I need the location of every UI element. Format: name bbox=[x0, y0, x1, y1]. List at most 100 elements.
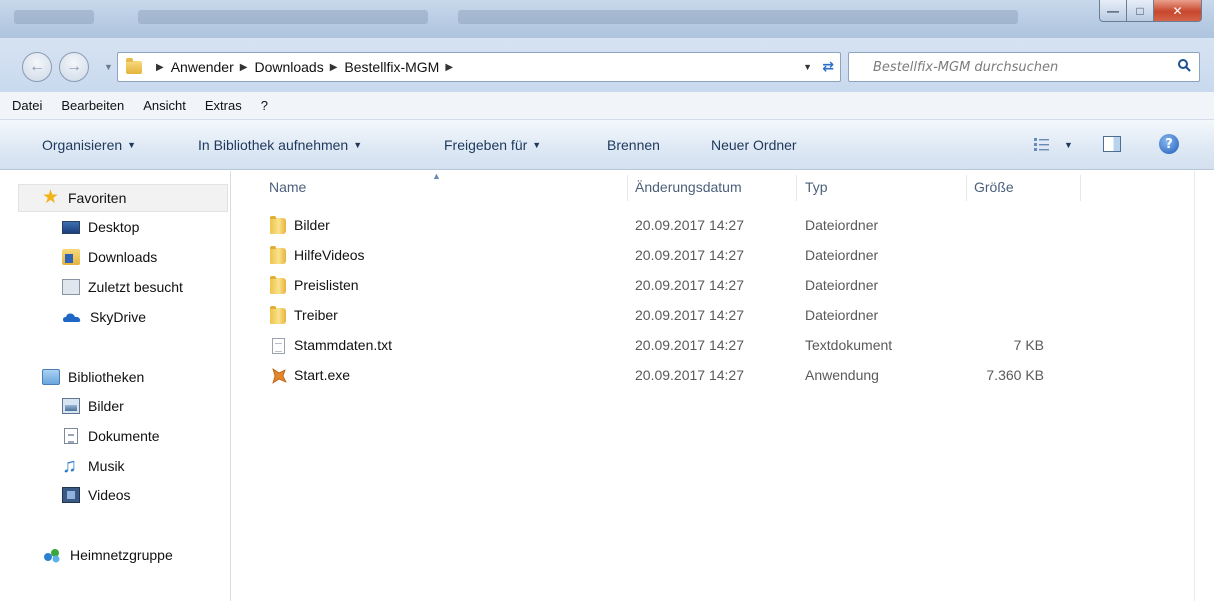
file-name: Start.exe bbox=[294, 367, 351, 383]
view-dropdown[interactable]: ▼ bbox=[1064, 140, 1073, 150]
address-bar[interactable]: ▶ Anwender ▶ Downloads ▶ Bestellfix-MGM … bbox=[117, 52, 841, 82]
file-date: 20.09.2017 14:27 bbox=[635, 337, 744, 353]
file-date: 20.09.2017 14:27 bbox=[635, 307, 744, 323]
sidebar-item-label: Videos bbox=[88, 487, 131, 503]
file-date: 20.09.2017 14:27 bbox=[635, 247, 744, 263]
column-header-type[interactable]: Typ bbox=[805, 179, 828, 195]
view-options-icon[interactable] bbox=[1033, 136, 1051, 152]
recent-pages-dropdown[interactable]: ▼ bbox=[104, 62, 113, 72]
minimize-button[interactable]: — bbox=[1099, 0, 1127, 22]
column-divider[interactable] bbox=[966, 175, 967, 201]
address-history-dropdown[interactable]: ▼ bbox=[803, 62, 812, 72]
sidebar-item-documents[interactable]: Dokumente bbox=[62, 423, 160, 449]
chevron-right-icon[interactable]: ▶ bbox=[156, 62, 164, 73]
folder-icon bbox=[270, 246, 286, 264]
chevron-right-icon[interactable]: ▶ bbox=[330, 62, 338, 73]
column-divider[interactable] bbox=[1080, 175, 1081, 201]
folder-icon bbox=[270, 216, 286, 234]
organize-label: Organisieren bbox=[42, 137, 123, 153]
sidebar-item-label: Desktop bbox=[88, 219, 140, 235]
forward-arrow-icon: → bbox=[66, 58, 82, 75]
sidebar-item-downloads[interactable]: Downloads bbox=[62, 244, 157, 270]
new-folder-button[interactable]: Neuer Ordner bbox=[711, 137, 797, 153]
sidebar-item-pictures[interactable]: Bilder bbox=[62, 393, 124, 419]
chevron-right-icon[interactable]: ▶ bbox=[240, 62, 248, 73]
menu-tools[interactable]: Extras bbox=[205, 98, 242, 113]
file-row[interactable]: Stammdaten.txt 20.09.2017 14:27 Textdoku… bbox=[232, 331, 1194, 361]
desktop-icon bbox=[62, 221, 80, 234]
menu-bar: Datei Bearbeiten Ansicht Extras ? bbox=[0, 92, 1214, 120]
help-icon[interactable]: ? bbox=[1159, 134, 1179, 154]
breadcrumb-item[interactable]: Bestellfix-MGM bbox=[344, 59, 439, 75]
menu-view[interactable]: Ansicht bbox=[143, 98, 186, 113]
search-icon[interactable] bbox=[1177, 58, 1191, 72]
menu-file[interactable]: Datei bbox=[12, 98, 42, 113]
sidebar-item-music[interactable]: ♫ Musik bbox=[62, 453, 125, 479]
file-date: 20.09.2017 14:27 bbox=[635, 217, 744, 233]
sidebar-item-skydrive[interactable]: SkyDrive bbox=[62, 304, 146, 330]
file-date: 20.09.2017 14:27 bbox=[635, 367, 744, 383]
sidebar-item-videos[interactable]: Videos bbox=[62, 482, 131, 508]
burn-label: Brennen bbox=[607, 137, 660, 153]
folder-icon bbox=[126, 57, 142, 74]
chevron-down-icon: ▼ bbox=[532, 140, 542, 150]
music-icon: ♫ bbox=[62, 455, 77, 477]
file-type: Textdokument bbox=[805, 337, 893, 353]
address-row: ← → ▼ ▶ Anwender ▶ Downloads ▶ Bestellfi… bbox=[0, 38, 1214, 92]
chevron-down-icon: ▼ bbox=[127, 140, 137, 150]
forward-button[interactable]: → bbox=[59, 52, 89, 82]
title-bar: — □ ✕ bbox=[0, 0, 1214, 38]
refresh-icon[interactable]: ⇄ bbox=[822, 58, 834, 75]
sidebar-item-label: Zuletzt besucht bbox=[88, 279, 183, 295]
file-name: Bilder bbox=[294, 217, 330, 233]
cloud-icon bbox=[63, 313, 81, 322]
file-name: Stammdaten.txt bbox=[294, 337, 393, 353]
file-name: Treiber bbox=[294, 307, 338, 323]
file-type: Dateiordner bbox=[805, 277, 879, 293]
sidebar-item-label: Bibliotheken bbox=[68, 369, 145, 385]
folder-icon bbox=[270, 306, 286, 324]
back-button[interactable]: ← bbox=[22, 52, 52, 82]
sidebar-item-favorites[interactable]: ★ Favoriten bbox=[42, 185, 126, 211]
sidebar-item-libraries[interactable]: Bibliotheken bbox=[42, 364, 144, 390]
share-with-button[interactable]: Freigeben für ▼ bbox=[444, 137, 541, 153]
folder-icon bbox=[270, 276, 286, 294]
search-input[interactable] bbox=[873, 54, 1183, 80]
window-controls: — □ ✕ bbox=[1099, 0, 1202, 22]
menu-edit[interactable]: Bearbeiten bbox=[61, 98, 124, 113]
burn-button[interactable]: Brennen bbox=[607, 137, 660, 153]
file-row[interactable]: Treiber 20.09.2017 14:27 Dateiordner bbox=[232, 301, 1194, 331]
scrollbar-area[interactable] bbox=[1194, 171, 1214, 601]
command-bar: Organisieren ▼ In Bibliothek aufnehmen ▼ F… bbox=[0, 120, 1214, 170]
file-row[interactable]: Preislisten 20.09.2017 14:27 Dateiordner bbox=[232, 271, 1194, 301]
file-date: 20.09.2017 14:27 bbox=[635, 277, 744, 293]
file-row[interactable]: Start.exe 20.09.2017 14:27 Anwendung 7.3… bbox=[232, 361, 1194, 391]
preview-pane-icon[interactable] bbox=[1103, 136, 1121, 152]
sidebar-item-label: Musik bbox=[88, 458, 125, 474]
add-to-library-button[interactable]: In Bibliothek aufnehmen ▼ bbox=[198, 137, 362, 153]
file-row[interactable]: Bilder 20.09.2017 14:27 Dateiordner bbox=[232, 211, 1194, 241]
breadcrumb-item[interactable]: Anwender bbox=[171, 59, 234, 75]
sidebar-item-desktop[interactable]: Desktop bbox=[62, 214, 139, 240]
breadcrumb-item[interactable]: Downloads bbox=[254, 59, 323, 75]
menu-help[interactable]: ? bbox=[261, 98, 268, 113]
file-name: Preislisten bbox=[294, 277, 359, 293]
chevron-right-icon[interactable]: ▶ bbox=[445, 62, 453, 73]
back-arrow-icon: ← bbox=[29, 58, 45, 75]
sidebar-item-homegroup[interactable]: Heimnetzgruppe bbox=[42, 542, 173, 568]
column-header-size[interactable]: Größe bbox=[974, 179, 1014, 195]
videos-icon bbox=[62, 487, 80, 503]
close-button[interactable]: ✕ bbox=[1154, 0, 1202, 22]
column-header-date[interactable]: Änderungsdatum bbox=[635, 179, 742, 195]
column-divider[interactable] bbox=[796, 175, 797, 201]
column-divider[interactable] bbox=[627, 175, 628, 201]
maximize-button[interactable]: □ bbox=[1127, 0, 1154, 22]
chevron-down-icon: ▼ bbox=[353, 140, 363, 150]
column-header-name[interactable]: Name bbox=[269, 179, 306, 195]
sidebar-item-recent[interactable]: Zuletzt besucht bbox=[62, 274, 183, 300]
organize-button[interactable]: Organisieren ▼ bbox=[42, 137, 136, 153]
quick-access-toolbar bbox=[14, 10, 94, 24]
file-type: Dateiordner bbox=[805, 247, 879, 263]
sidebar-item-label: Favoriten bbox=[68, 190, 127, 206]
file-row[interactable]: HilfeVideos 20.09.2017 14:27 Dateiordner bbox=[232, 241, 1194, 271]
